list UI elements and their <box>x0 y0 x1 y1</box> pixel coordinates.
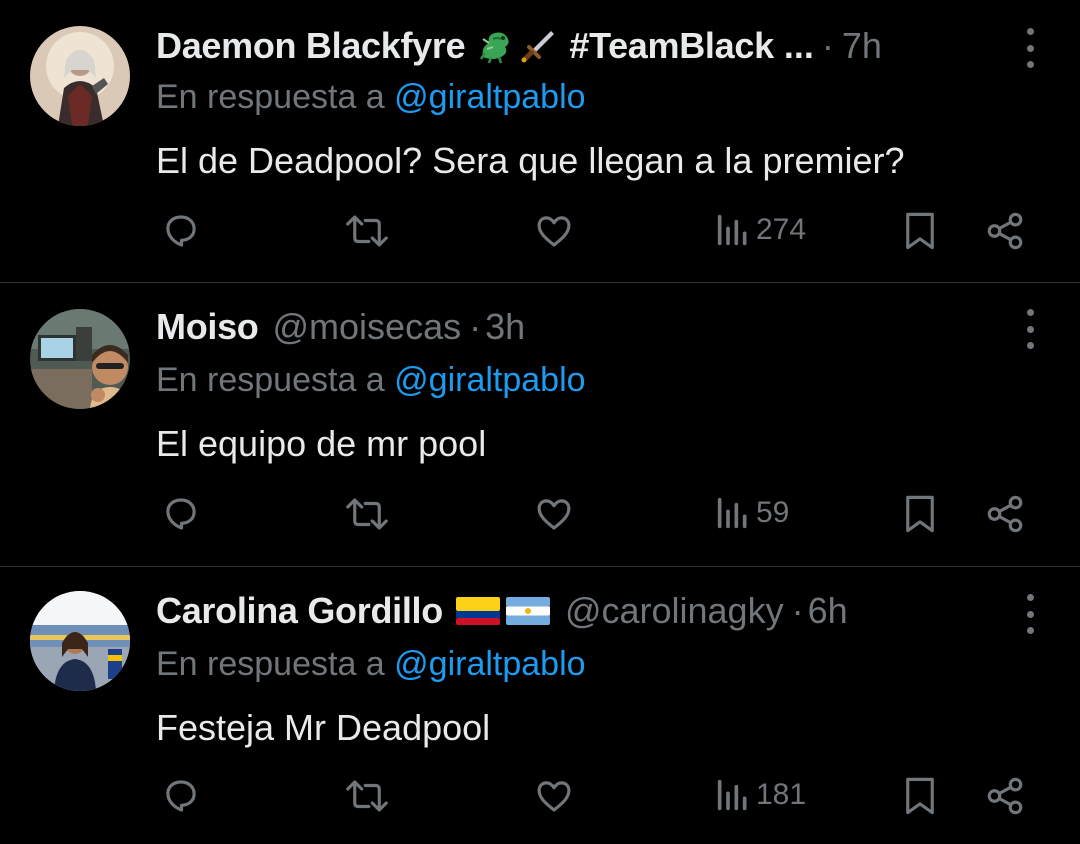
bookmark-icon <box>906 212 934 250</box>
separator-dot: · <box>469 306 482 347</box>
reply-prefix: En respuesta a <box>156 645 385 683</box>
reply-mention-link[interactable]: @giraltpablo <box>394 78 585 116</box>
reply-button[interactable] <box>160 210 202 252</box>
separator-dot: · <box>791 590 804 631</box>
share-icon <box>987 777 1023 815</box>
comment-icon <box>166 215 196 247</box>
argentina-flag-emoji <box>505 597 550 625</box>
user-handle[interactable]: @carolinagky <box>565 590 784 632</box>
tweet-text: El equipo de mr pool <box>156 423 487 464</box>
avatar-image <box>30 591 130 691</box>
name-emojis <box>477 27 557 65</box>
avatar-image <box>30 309 130 409</box>
retweet-button[interactable] <box>344 210 390 252</box>
share-button[interactable] <box>984 493 1026 535</box>
more-options-icon[interactable] <box>1018 28 1042 68</box>
tweet-header: Daemon Blackfyre #TeamBlack ... · 7h <box>156 23 882 69</box>
bookmark-button[interactable] <box>902 775 938 817</box>
view-count: 59 <box>756 496 790 529</box>
timestamp[interactable]: 7h <box>842 25 882 67</box>
comment-icon <box>166 780 196 812</box>
like-button[interactable] <box>532 210 576 252</box>
bookmark-icon <box>906 777 934 815</box>
reply-button[interactable] <box>160 775 202 817</box>
bookmark-button[interactable] <box>902 493 938 535</box>
display-name[interactable]: Moiso <box>156 306 259 348</box>
tweet-text: El de Deadpool? Sera que llegan a la pre… <box>156 140 905 181</box>
comment-icon <box>166 498 196 530</box>
user-handle[interactable]: @moisecas <box>273 306 462 348</box>
reply-feed: Daemon Blackfyre #TeamBlack ... · 7h En … <box>0 0 1080 844</box>
retweet-button[interactable] <box>344 775 390 817</box>
reply-prefix: En respuesta a <box>156 78 385 116</box>
timestamp[interactable]: 3h <box>485 306 525 348</box>
views-button[interactable]: 181 <box>716 775 806 815</box>
like-button[interactable] <box>532 775 576 817</box>
tweet-item[interactable]: Carolina Gordillo @carolinagky · 6h En r… <box>0 567 1080 844</box>
like-icon <box>537 216 571 247</box>
tweet-text: Festeja Mr Deadpool <box>156 707 491 748</box>
views-icon <box>717 497 747 529</box>
like-icon <box>537 781 571 812</box>
bookmark-icon <box>906 495 934 533</box>
views-button[interactable]: 59 <box>716 493 789 533</box>
reply-mention-link[interactable]: @giraltpablo <box>394 645 585 683</box>
tweet-header: Carolina Gordillo @carolinagky · 6h <box>156 588 848 634</box>
reply-mention-link[interactable]: @giraltpablo <box>394 361 585 399</box>
dagger-emoji <box>521 31 555 63</box>
like-button[interactable] <box>532 493 576 535</box>
colombia-flag-emoji <box>455 597 500 625</box>
retweet-icon <box>346 780 388 812</box>
retweet-icon <box>346 215 388 247</box>
tweet-actions: 181 <box>0 775 1080 825</box>
display-name[interactable]: Daemon Blackfyre <box>156 25 466 67</box>
share-icon <box>987 495 1023 533</box>
display-name[interactable]: Carolina Gordillo <box>156 590 443 632</box>
tweet-header: Moiso @moisecas · 3h <box>156 304 525 350</box>
reply-button[interactable] <box>160 493 202 535</box>
reply-context: En respuesta a @giraltpablo <box>156 78 586 117</box>
more-options-icon[interactable] <box>1018 309 1042 349</box>
name-emojis <box>455 594 551 628</box>
tweet-item[interactable]: Moiso @moisecas · 3h En respuesta a @gir… <box>0 283 1080 566</box>
avatar[interactable] <box>30 591 130 691</box>
tweet-actions: 274 <box>0 210 1080 260</box>
views-icon <box>717 779 747 811</box>
retweet-button[interactable] <box>344 493 390 535</box>
tweet-item[interactable]: Daemon Blackfyre #TeamBlack ... · 7h En … <box>0 0 1080 282</box>
share-icon <box>987 212 1023 250</box>
view-count: 274 <box>756 213 807 246</box>
hashtag[interactable]: #TeamBlack <box>569 25 774 67</box>
reply-prefix: En respuesta a <box>156 361 385 399</box>
share-button[interactable] <box>984 210 1026 252</box>
tweet-actions: 59 <box>0 493 1080 543</box>
avatar[interactable] <box>30 309 130 409</box>
more-options-icon[interactable] <box>1018 594 1042 634</box>
name-truncation: ... <box>783 25 814 66</box>
bookmark-button[interactable] <box>902 210 938 252</box>
views-button[interactable]: 274 <box>716 210 806 250</box>
like-icon <box>537 499 571 530</box>
reply-context: En respuesta a @giraltpablo <box>156 361 586 400</box>
view-count: 181 <box>756 778 807 811</box>
views-icon <box>717 214 747 246</box>
timestamp[interactable]: 6h <box>808 590 848 632</box>
separator-dot: · <box>821 25 834 66</box>
retweet-icon <box>346 498 388 530</box>
share-button[interactable] <box>984 775 1026 817</box>
dragon-emoji <box>480 32 509 64</box>
avatar[interactable] <box>30 26 130 126</box>
avatar-image <box>30 26 130 126</box>
reply-context: En respuesta a @giraltpablo <box>156 645 586 684</box>
